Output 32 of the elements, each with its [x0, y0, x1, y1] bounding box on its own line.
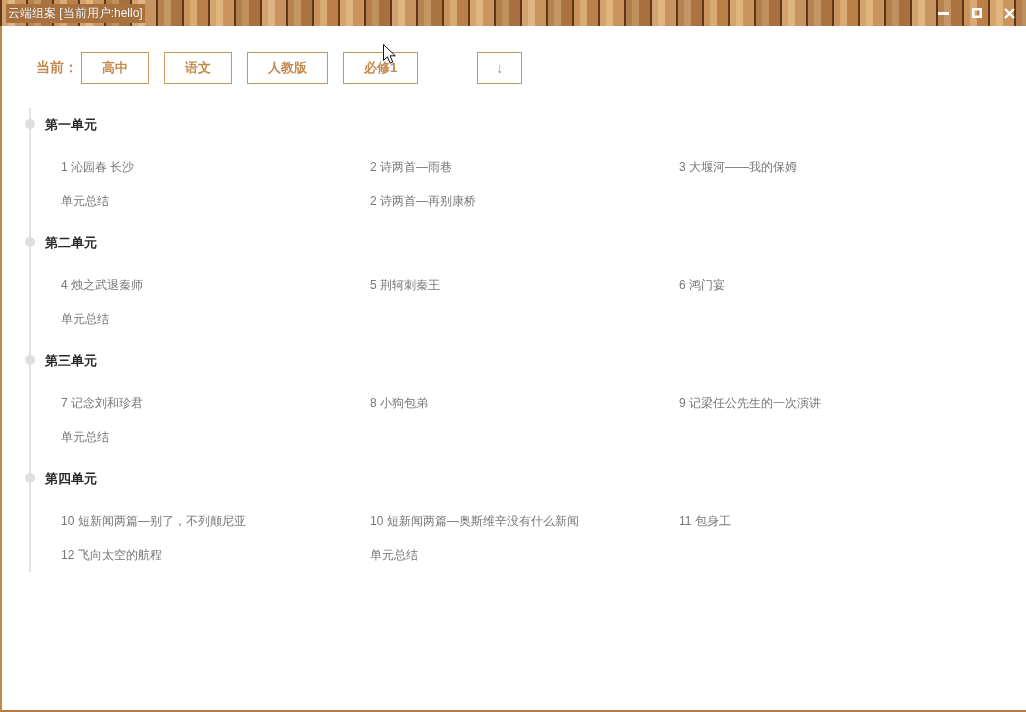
filter-chip-button[interactable]: 语文 — [164, 52, 232, 84]
lesson-link[interactable]: 12 飞向太空的航程 — [61, 546, 162, 564]
lesson-link[interactable]: 3 大堰河——我的保姆 — [679, 158, 797, 176]
filter-chip-button[interactable]: 高中 — [81, 52, 149, 84]
lesson-link[interactable]: 7 记念刘和珍君 — [61, 394, 143, 412]
unit-heading: 第四单元 — [45, 470, 97, 488]
expand-button[interactable]: ↓ — [477, 52, 523, 84]
filter-label: 当前： — [36, 59, 78, 77]
lesson-link[interactable]: 8 小狗包弟 — [370, 394, 428, 412]
minimize-icon — [938, 11, 949, 15]
lesson-link[interactable]: 10 短新闻两篇—别了，不列颠尼亚 — [61, 512, 246, 530]
lesson-link[interactable]: 11 包身工 — [679, 512, 731, 530]
lesson-link[interactable]: 10 短新闻两篇—奥斯维辛没有什么新闻 — [370, 512, 579, 530]
maximize-icon — [971, 8, 982, 18]
lesson-link[interactable]: 2 诗两首—雨巷 — [370, 158, 452, 176]
unit-heading: 第一单元 — [45, 116, 97, 134]
lesson-link[interactable]: 4 烛之武退秦师 — [61, 276, 143, 294]
lesson-link[interactable]: 5 荆轲刺秦王 — [370, 276, 440, 294]
close-icon — [1004, 7, 1015, 19]
filter-chip-button[interactable]: 必修1 — [343, 52, 419, 84]
lesson-link[interactable]: 单元总结 — [61, 192, 109, 210]
lesson-link[interactable]: 1 沁园春 长沙 — [61, 158, 135, 176]
lesson-link[interactable]: 2 诗两首—再别康桥 — [370, 192, 476, 210]
lesson-link[interactable]: 9 记梁任公先生的一次演讲 — [679, 394, 821, 412]
window-title: 云端组案 [当前用户:hello] — [6, 3, 145, 23]
filter-chip-button[interactable]: 人教版 — [247, 52, 328, 84]
unit-heading: 第三单元 — [45, 352, 97, 370]
unit-heading: 第二单元 — [45, 234, 97, 252]
lesson-link[interactable]: 单元总结 — [61, 428, 109, 446]
lesson-link[interactable]: 单元总结 — [61, 310, 109, 328]
lesson-link[interactable]: 6 鸿门宴 — [679, 276, 725, 294]
lesson-link[interactable]: 单元总结 — [370, 546, 418, 564]
